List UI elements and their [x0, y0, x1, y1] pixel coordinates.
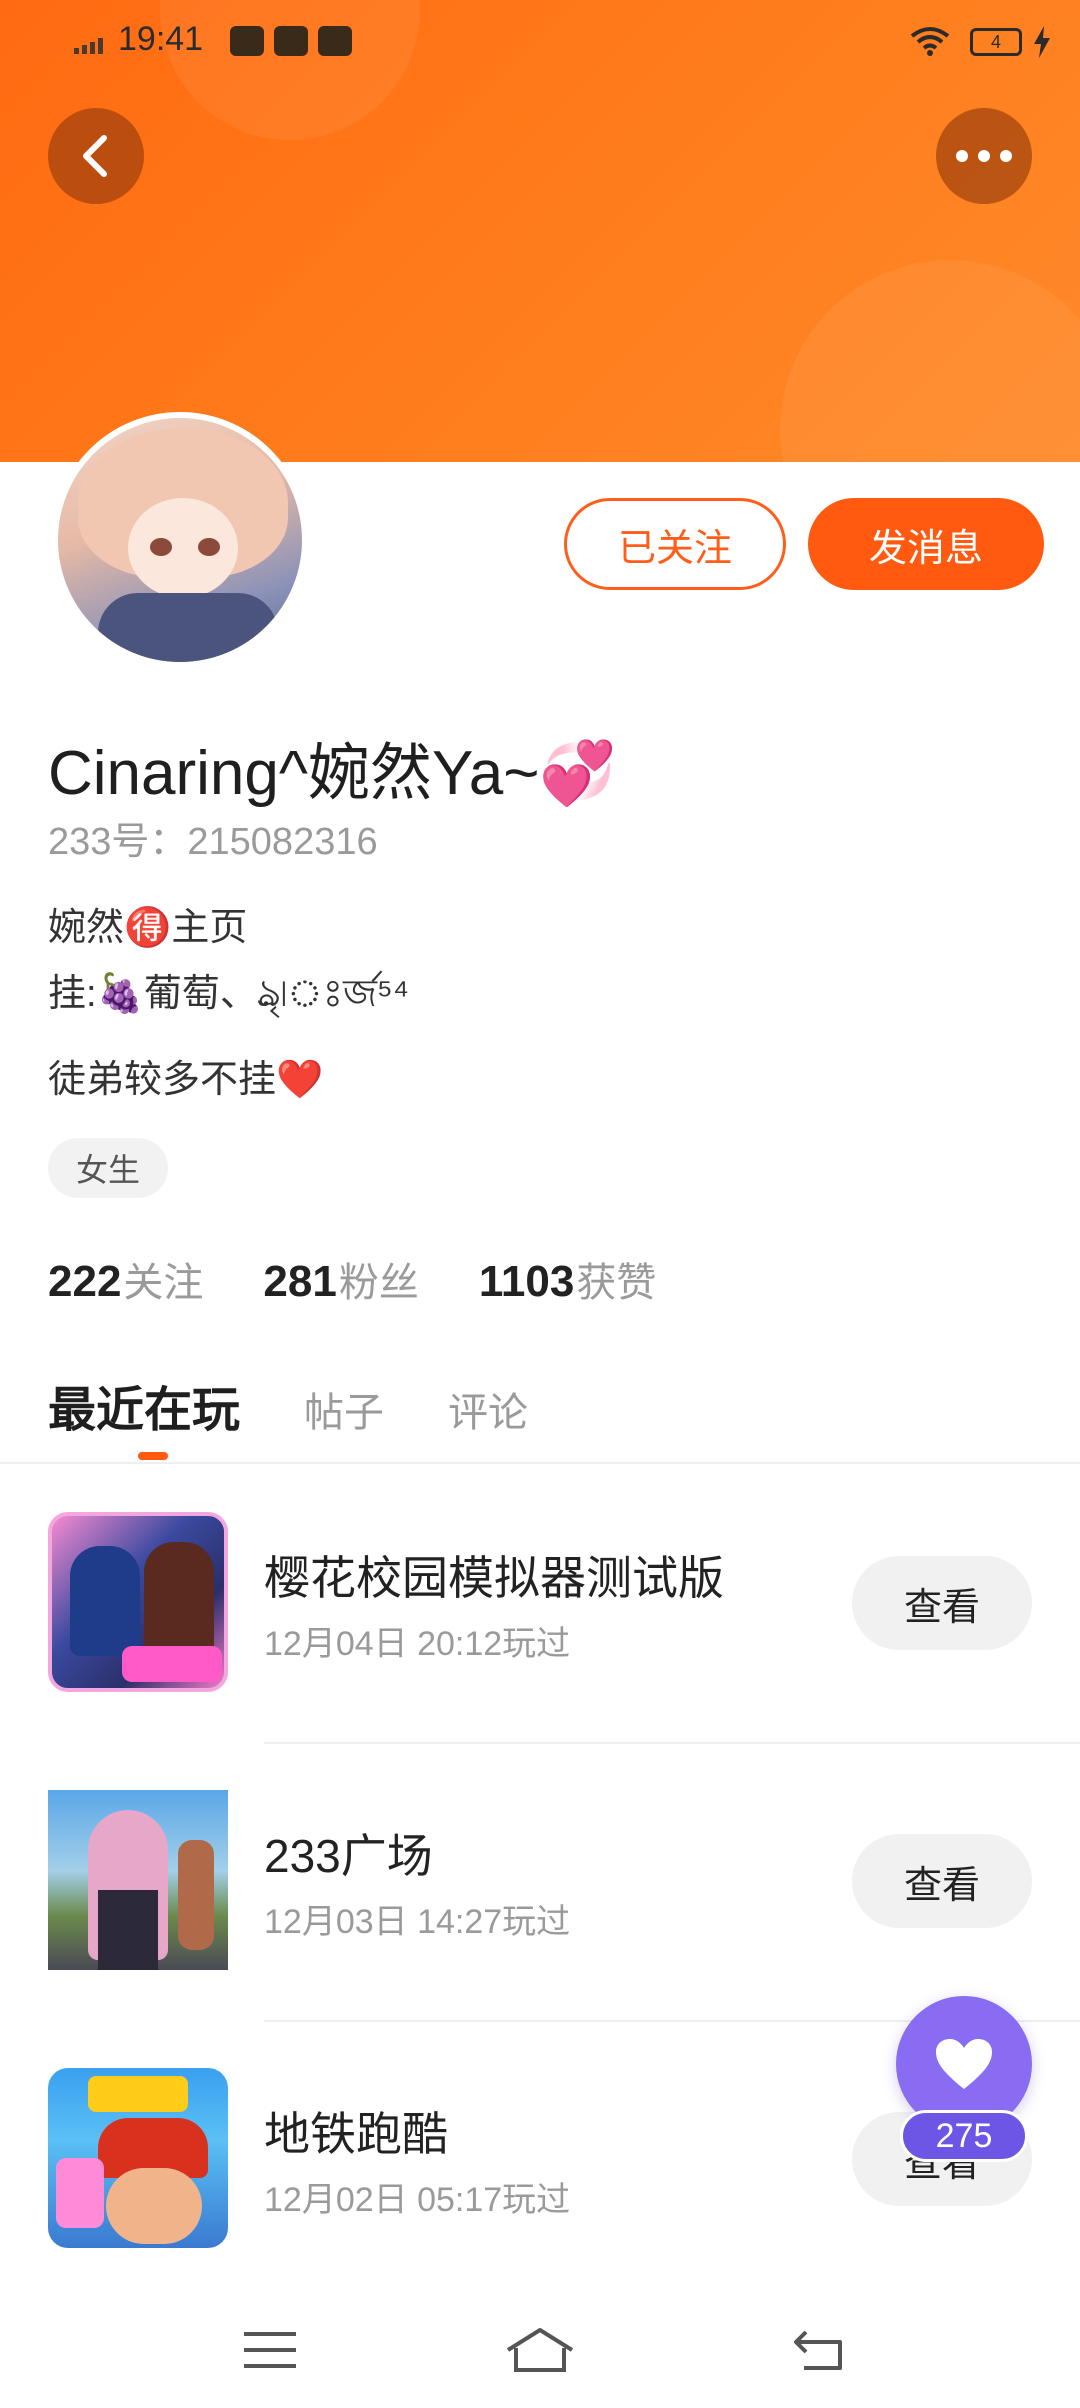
game-list-item[interactable]: 233广场 12月03日 14:27玩过 查看 — [0, 1790, 1080, 2040]
bio-line-3: 徒弟较多不挂❤️ — [48, 1059, 324, 1101]
wifi-icon — [910, 27, 950, 56]
game-name: 233广场 — [264, 1830, 433, 1882]
status-time: 19:41 — [118, 20, 204, 58]
gender-tag: 女生 — [48, 1138, 168, 1198]
stat-value: 222 — [48, 1257, 122, 1306]
play-icon — [318, 26, 352, 56]
profile-tabs: 最近在玩 帖子 评论 — [48, 1370, 528, 1440]
tab-indicator — [138, 1452, 168, 1460]
tab-posts[interactable]: 帖子 — [304, 1380, 384, 1438]
back-nav-button[interactable] — [780, 2320, 860, 2380]
game-icon-subway-surfers — [48, 2068, 228, 2248]
avatar[interactable] — [52, 412, 308, 668]
username: Cinaring^婉然Ya~💞 — [48, 739, 617, 808]
charge-icon — [1034, 26, 1050, 58]
stat-fans[interactable]: 281粉丝 — [263, 1250, 418, 1308]
back-button[interactable] — [48, 108, 144, 204]
row-divider — [264, 1742, 1080, 1744]
book-icon — [274, 26, 308, 56]
game-icon-sakura — [48, 1512, 228, 1692]
status-bar: 19:41 4 — [0, 0, 1080, 86]
stat-value: 281 — [263, 1257, 337, 1306]
video-icon — [230, 26, 264, 56]
followed-button[interactable]: 已关注 — [564, 498, 786, 590]
game-played-time: 12月02日 05:17玩过 — [264, 2181, 571, 2219]
send-message-button[interactable]: 发消息 — [808, 498, 1044, 590]
stat-label: 关注 — [123, 1261, 204, 1305]
heart-icon — [936, 2039, 992, 2089]
menu-nav-button[interactable] — [230, 2320, 310, 2380]
return-icon — [794, 2330, 842, 2370]
more-dots-icon — [956, 150, 1012, 162]
more-button[interactable] — [936, 108, 1032, 204]
battery-icon: 4 — [970, 28, 1022, 56]
user-id: 233号：215082316 — [48, 821, 378, 863]
stat-label: 粉丝 — [338, 1261, 419, 1305]
game-played-time: 12月04日 20:12玩过 — [264, 1625, 571, 1663]
like-count: 275 — [900, 2110, 1028, 2162]
game-name: 地铁跑酷 — [264, 2108, 448, 2160]
view-button[interactable]: 查看 — [852, 1834, 1032, 1928]
system-nav-bar — [0, 2280, 1080, 2408]
stat-following[interactable]: 222关注 — [48, 1250, 203, 1308]
tab-recent-play[interactable]: 最近在玩 — [48, 1370, 240, 1440]
signal-icon — [74, 38, 103, 54]
game-name: 樱花校园模拟器测试版 — [264, 1552, 724, 1604]
bio-line-1: 婉然🉐主页 — [48, 907, 248, 949]
home-nav-button[interactable] — [500, 2320, 580, 2380]
tab-comments[interactable]: 评论 — [448, 1380, 528, 1438]
game-played-time: 12月03日 14:27玩过 — [264, 1903, 571, 1941]
stat-value: 1103 — [478, 1257, 575, 1306]
stat-label: 获赞 — [576, 1261, 657, 1305]
view-button[interactable]: 查看 — [852, 1556, 1032, 1650]
battery-level: 4 — [990, 32, 1001, 52]
stat-likes: 1103获赞 — [479, 1250, 656, 1308]
menu-icon — [244, 2332, 296, 2368]
bio-line-2: 挂:🍇葡萄、ঌ্রৃ৷ঃর্জ⁵⁴ — [48, 973, 410, 1015]
stats-row: 222关注 281粉丝 1103获赞 — [48, 1250, 656, 1310]
chevron-left-icon — [83, 135, 107, 177]
game-icon-233-plaza — [48, 1790, 228, 1970]
tabs-divider — [0, 1462, 1080, 1464]
game-list-item[interactable]: 樱花校园模拟器测试版 12月04日 20:12玩过 查看 — [0, 1512, 1080, 1762]
home-icon — [506, 2328, 574, 2372]
